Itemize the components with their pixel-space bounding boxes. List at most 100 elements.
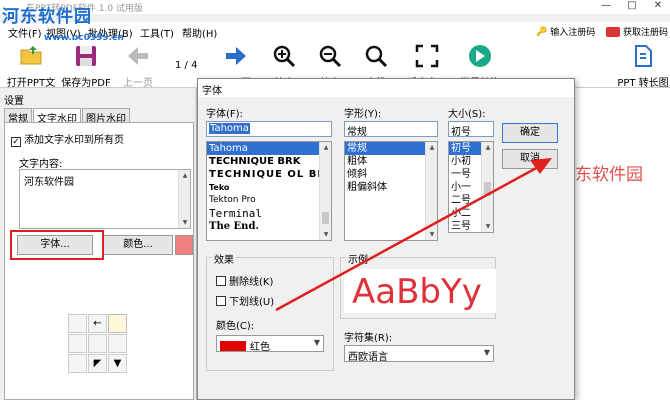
- text-content-value: 河东软件园: [24, 177, 74, 188]
- maximize-button[interactable]: □: [624, 0, 640, 11]
- font-item-technique-ol-brk[interactable]: TECHNIQUE OL BRK: [207, 168, 331, 181]
- style-list-scrollbar[interactable]: ▲ ▼: [425, 142, 437, 240]
- folder-icon: [20, 46, 42, 65]
- style-list[interactable]: 常规 粗体 倾斜 粗偏斜体 ▲ ▼: [344, 141, 438, 241]
- ppt-long-image-button[interactable]: PPT 转长图: [616, 44, 670, 89]
- underline-label: 下划线(U): [229, 297, 275, 308]
- close-button[interactable]: ✕: [650, 0, 666, 11]
- position-top-center[interactable]: ←: [88, 314, 107, 333]
- font-dialog: 字体 字体(F): Tahoma Tahoma TECHNIQUE BRK TE…: [197, 78, 575, 400]
- site-watermark: 河东软件园: [2, 7, 92, 27]
- font-button-highlight: [10, 230, 104, 260]
- scroll-thumb[interactable]: [322, 212, 329, 224]
- checkbox-unchecked: [216, 296, 226, 306]
- chevron-down-icon: ▼: [313, 338, 320, 347]
- register-link[interactable]: 🔑 输入注册码: [536, 25, 596, 39]
- strikeout-label: 删除线(K): [229, 277, 274, 288]
- sample-text: AaBbYy: [352, 272, 482, 312]
- position-middle-left[interactable]: [68, 334, 87, 353]
- size-label: 大小(S):: [448, 109, 486, 120]
- charset-label: 字符集(R):: [344, 333, 393, 344]
- save-pdf-label: 保存为PDF: [61, 78, 111, 89]
- prev-page-label: 上一页: [123, 78, 153, 89]
- cart-icon: [606, 26, 620, 37]
- document-icon: [635, 45, 652, 67]
- text-content-input[interactable]: 河东软件园 ▲ ▼: [19, 169, 191, 229]
- position-bottom-left[interactable]: [68, 354, 87, 373]
- scroll-up-icon: ▲: [429, 144, 435, 151]
- title-bar: 东PPT转PDF软件 1.0 试用版 — □ ✕: [0, 0, 670, 14]
- cancel-button[interactable]: 取消: [502, 149, 558, 169]
- menu-file[interactable]: 文件(F): [8, 25, 42, 40]
- checkbox-unchecked: [216, 276, 226, 286]
- minimize-button[interactable]: —: [598, 0, 614, 11]
- scroll-down-icon: ▼: [182, 219, 188, 226]
- ok-button[interactable]: 确定: [502, 123, 558, 143]
- arrow-left-icon: [128, 47, 148, 65]
- sample-box: AaBbYy: [344, 269, 496, 313]
- strikeout-checkbox[interactable]: 删除线(K): [216, 273, 273, 288]
- style-label: 字形(Y):: [344, 109, 382, 120]
- checkbox-checked: ✓: [11, 137, 21, 147]
- position-top-left[interactable]: [68, 314, 87, 333]
- menu-tools[interactable]: 工具(T): [140, 25, 174, 40]
- text-content-label: 文字内容:: [19, 159, 63, 170]
- add-watermark-checkbox[interactable]: ✓ 添加文字水印到所有页: [11, 131, 124, 147]
- key-icon: 🔑: [536, 26, 548, 37]
- font-item-teko[interactable]: Teko: [207, 181, 331, 194]
- preview-area: [575, 88, 670, 400]
- size-list-scrollbar[interactable]: ▲ ▼: [481, 142, 493, 232]
- font-name-input[interactable]: Tahoma: [206, 121, 332, 137]
- style-item-italic[interactable]: 倾斜: [345, 168, 437, 181]
- scroll-down-icon: ▼: [429, 231, 435, 238]
- font-item-tahoma[interactable]: Tahoma: [207, 142, 331, 155]
- save-pdf-button[interactable]: 保存为PDF: [60, 44, 112, 89]
- page-indicator: 1 / 4: [175, 60, 198, 71]
- size-list[interactable]: 初号 小初 一号 小一 二号 小二 三号 ▲ ▼: [448, 141, 494, 233]
- color-swatch[interactable]: [175, 235, 193, 255]
- ppt-long-image-label: PPT 转长图: [617, 78, 669, 89]
- style-item-bold-italic[interactable]: 粗偏斜体: [345, 181, 437, 194]
- buy-label: 获取注册码: [623, 28, 669, 38]
- font-item-terminal[interactable]: Terminal: [207, 207, 331, 220]
- position-middle-right[interactable]: [108, 334, 127, 353]
- color-select-value: 红色: [250, 342, 270, 353]
- scroll-up-icon: ▲: [182, 172, 188, 179]
- preview-watermark-text: 东软件园: [575, 165, 643, 185]
- search-icon: [365, 45, 388, 68]
- charset-select[interactable]: 西欧语言 ▼: [344, 345, 494, 363]
- size-input[interactable]: 初号: [448, 121, 494, 137]
- settings-panel: 设置 常规 文字水印 图片水印 ✓ 添加文字水印到所有页 文字内容: 河东软件园 …: [0, 88, 197, 400]
- settings-title: 设置: [4, 96, 24, 107]
- style-value: 常规: [347, 127, 367, 137]
- position-grid: ← ◤ ▼: [68, 314, 127, 373]
- font-item-the-end[interactable]: The End.: [207, 220, 331, 233]
- underline-checkbox[interactable]: 下划线(U): [216, 293, 274, 308]
- scroll-down-icon: ▼: [485, 223, 491, 230]
- zoom-in-icon: [273, 45, 296, 68]
- register-label: 输入注册码: [550, 28, 596, 38]
- style-input[interactable]: 常规: [344, 121, 438, 137]
- text-content-scrollbar[interactable]: ▲ ▼: [178, 170, 190, 228]
- font-list-scrollbar[interactable]: ▲ ▼: [319, 142, 331, 240]
- buy-link[interactable]: 获取注册码: [606, 25, 668, 38]
- color-select[interactable]: 红色 ▼: [216, 335, 324, 353]
- font-label: 字体(F):: [206, 109, 243, 120]
- font-item-tekton-pro[interactable]: Tekton Pro: [207, 194, 331, 207]
- font-name-list[interactable]: Tahoma TECHNIQUE BRK TECHNIQUE OL BRK Te…: [206, 141, 332, 241]
- position-top-right[interactable]: [108, 314, 127, 333]
- scroll-up-icon: ▲: [323, 144, 329, 151]
- menu-help[interactable]: 帮助(H): [182, 25, 217, 40]
- add-watermark-label: 添加文字水印到所有页: [24, 135, 124, 146]
- position-center[interactable]: [88, 334, 107, 353]
- style-item-regular[interactable]: 常规: [345, 142, 437, 155]
- play-icon: [469, 45, 491, 67]
- prev-page-button[interactable]: 上一页: [116, 44, 160, 89]
- color-button[interactable]: 颜色...: [103, 235, 173, 255]
- font-item-technique-brk[interactable]: TECHNIQUE BRK: [207, 155, 331, 168]
- style-item-bold[interactable]: 粗体: [345, 155, 437, 168]
- position-bottom-center[interactable]: ◤: [88, 354, 107, 373]
- scroll-thumb[interactable]: [484, 182, 491, 196]
- zoom-out-icon: [319, 45, 342, 68]
- position-bottom-right[interactable]: ▼: [108, 354, 127, 373]
